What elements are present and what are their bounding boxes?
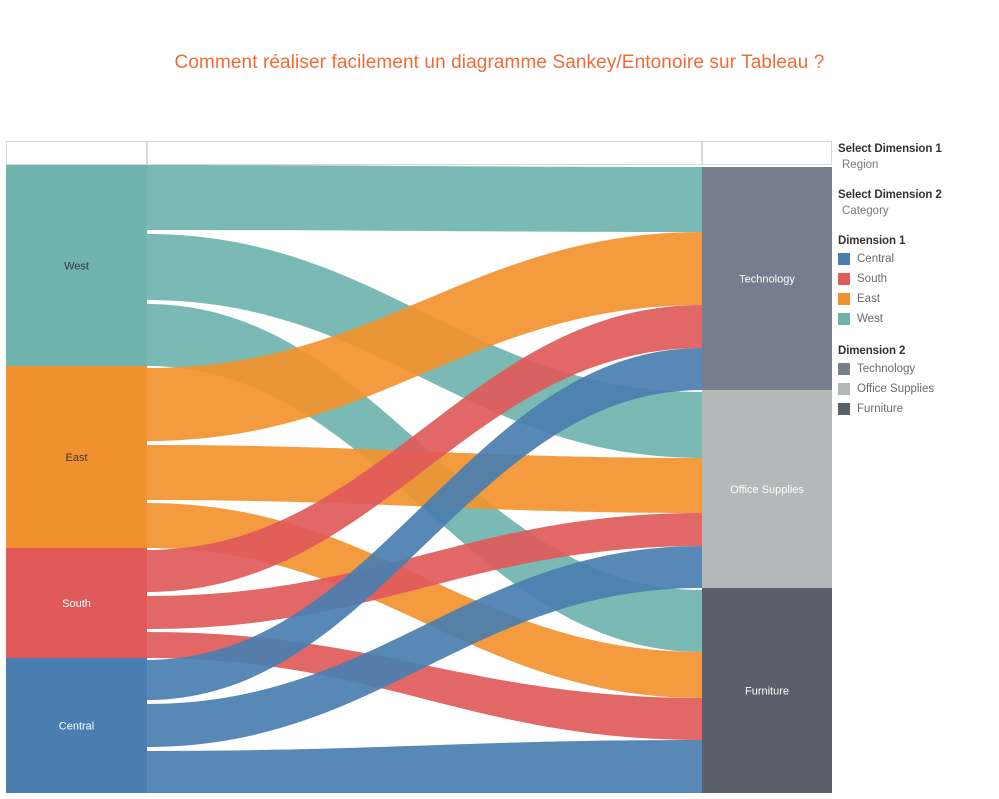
legend-swatch-icon xyxy=(838,363,850,375)
dimension-1-legend: Dimension 1 Central South East West xyxy=(838,233,998,329)
legend-item-label: Office Supplies xyxy=(857,383,935,395)
sankey-link[interactable] xyxy=(147,165,702,232)
sankey-target-nodes: Technology Office Supplies Furniture xyxy=(702,167,832,793)
dimension-2-legend: Dimension 2 Technology Office Supplies Fur… xyxy=(838,343,998,419)
dimension-1-title: Dimension 1 xyxy=(838,235,906,247)
legend-item-label: West xyxy=(857,313,883,325)
legend-dim1-item-south[interactable]: South xyxy=(838,269,998,289)
header-cells xyxy=(6,141,832,165)
source-node-label: East xyxy=(65,452,87,464)
target-node-label: Office Supplies xyxy=(730,484,804,496)
legend-panel: Select Dimension 1 Region Select Dimensi… xyxy=(838,141,998,433)
legend-swatch-icon xyxy=(838,383,850,395)
legend-swatch-icon xyxy=(838,253,850,265)
select-dimension-2-block: Select Dimension 2 Category xyxy=(838,187,998,219)
select-dimension-2-label: Select Dimension 2 xyxy=(838,189,942,201)
sankey-source-nodes: West East South Central xyxy=(6,165,147,793)
legend-swatch-icon xyxy=(838,403,850,415)
select-dimension-1-value[interactable]: Region xyxy=(838,157,998,173)
header-cell-1 xyxy=(147,141,702,165)
legend-dim2-item-office-supplies[interactable]: Office Supplies xyxy=(838,379,998,399)
legend-item-label: Central xyxy=(857,253,895,265)
select-dimension-1-block: Select Dimension 1 Region xyxy=(838,141,998,173)
sankey-links xyxy=(147,165,702,793)
legend-dim1-item-east[interactable]: East xyxy=(838,289,998,309)
legend-swatch-icon xyxy=(838,273,850,285)
target-node-label: Furniture xyxy=(745,686,789,698)
legend-dim1-item-west[interactable]: West xyxy=(838,309,998,329)
sankey-link[interactable] xyxy=(147,740,702,793)
source-node-label: South xyxy=(62,598,91,610)
legend-dim1-item-central[interactable]: Central xyxy=(838,249,998,269)
source-node-label: West xyxy=(64,261,89,273)
header-cell-2 xyxy=(702,141,832,165)
header-cell-0 xyxy=(6,141,147,165)
select-dimension-2-value[interactable]: Category xyxy=(838,203,998,219)
legend-dim2-item-technology[interactable]: Technology xyxy=(838,359,998,379)
legend-item-label: South xyxy=(857,273,888,285)
legend-item-label: Technology xyxy=(857,363,916,375)
target-node-label: Technology xyxy=(739,274,795,286)
legend-item-label: East xyxy=(857,293,881,305)
source-node-label: Central xyxy=(59,721,94,733)
legend-swatch-icon xyxy=(838,313,850,325)
select-dimension-1-label: Select Dimension 1 xyxy=(838,143,942,155)
legend-dim2-item-furniture[interactable]: Furniture xyxy=(838,399,998,419)
legend-swatch-icon xyxy=(838,293,850,305)
dimension-2-title: Dimension 2 xyxy=(838,345,906,357)
legend-item-label: Furniture xyxy=(857,403,904,415)
